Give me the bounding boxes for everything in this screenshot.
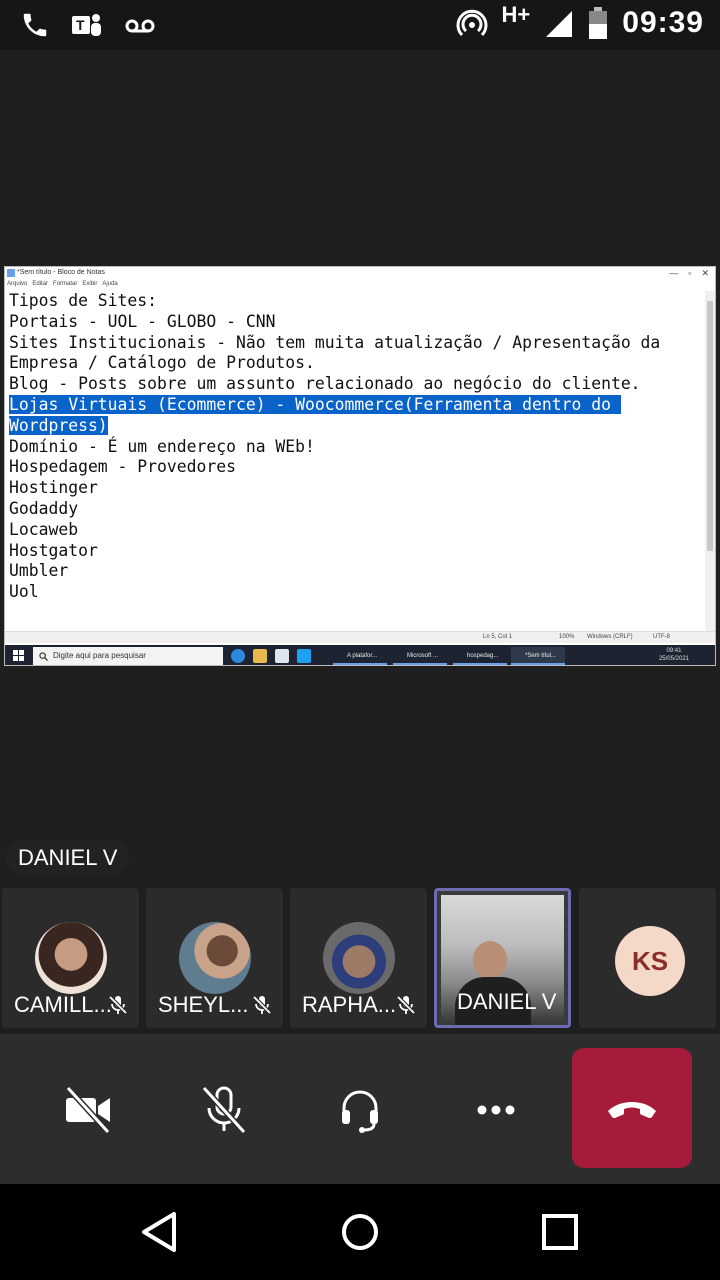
participant-name: SHEYL... — [158, 992, 249, 1017]
windows-taskbar: Digite aqui para pesquisar A platafor...… — [5, 645, 715, 665]
recents-icon[interactable] — [538, 1210, 582, 1254]
participant-tile[interactable]: RAPHA... — [290, 888, 427, 1028]
taskbar-window-label: A platafor... — [347, 653, 378, 659]
vertical-scrollbar[interactable] — [705, 291, 715, 631]
notepad-app-icon — [7, 269, 15, 277]
search-placeholder: Digite aqui para pesquisar — [53, 651, 146, 660]
clock: 09:39 — [622, 6, 704, 39]
text-line: Godaddy — [9, 498, 79, 518]
windows-start-icon[interactable] — [13, 650, 25, 662]
back-icon[interactable] — [138, 1210, 182, 1254]
active-speaker-label: DANIEL V — [6, 840, 130, 876]
teams-icon: T — [72, 14, 101, 36]
taskbar-pinned-apps — [231, 649, 311, 663]
search-icon — [39, 652, 48, 661]
participant-tile-active[interactable]: DANIEL V — [434, 888, 571, 1028]
line-ending: Windows (CRLF) — [587, 634, 633, 640]
home-icon[interactable] — [338, 1210, 382, 1254]
mic-off-icon — [201, 1085, 247, 1135]
participant-name: RAPHA... — [302, 992, 397, 1017]
twitter-icon[interactable] — [297, 649, 311, 663]
text-line: Empresa / Catálogo de Produtos. — [9, 353, 315, 373]
menu-ajuda[interactable]: Ajuda — [102, 279, 117, 290]
text-line: Hostinger — [9, 478, 98, 498]
selected-text-line: Lojas Virtuais (Ecommerce) - Woocommerce… — [9, 394, 621, 414]
taskbar-search[interactable]: Digite aqui para pesquisar — [33, 647, 223, 665]
audio-device-button[interactable] — [330, 1080, 390, 1140]
text-line: Umbler — [9, 561, 69, 581]
taskbar-window-label: Microsoft ... — [407, 653, 439, 659]
taskbar-time: 09:41 — [666, 648, 682, 654]
menu-editar[interactable]: Editar — [32, 279, 48, 290]
edge-icon[interactable] — [231, 649, 245, 663]
android-navigation-bar — [0, 1184, 720, 1280]
participant-tile[interactable]: SHEYL... — [146, 888, 283, 1028]
taskbar-window-label: *Sem títul... — [525, 653, 557, 659]
text-line: Sites Institucionais - Não tem muita atu… — [9, 332, 661, 352]
teams-call-screen: T H+ 09:39 *Sem título - Bloco de Notas … — [0, 0, 720, 1280]
file-explorer-icon[interactable] — [253, 649, 267, 663]
signal-icon — [546, 11, 573, 37]
taskbar-window-label: hospedag... — [467, 653, 499, 659]
taskbar-clock[interactable]: 09:41 25/05/2021 — [659, 647, 689, 663]
avatar — [179, 922, 251, 994]
text-line: Locaweb — [9, 519, 79, 539]
participant-video-person — [473, 941, 507, 979]
scrollbar-thumb[interactable] — [707, 301, 713, 551]
menu-formatar[interactable]: Formatar — [53, 279, 77, 290]
taskbar-window-notepad[interactable]: *Sem títul... — [511, 647, 565, 665]
mic-off-icon — [108, 995, 128, 1015]
network-type: H+ — [501, 2, 531, 27]
notepad-titlebar: *Sem título - Bloco de Notas — ▫ ✕ — [5, 267, 715, 279]
text-line: Hostgator — [9, 540, 98, 560]
taskbar-window-chrome[interactable]: A platafor... — [333, 647, 387, 665]
text-line: Blog - Posts sobre um assunto relacionad… — [9, 374, 641, 394]
cursor-position: Ln 5, Col 1 — [483, 634, 513, 640]
voicemail-icon — [125, 19, 155, 33]
participant-name: CAMILL... — [14, 992, 112, 1017]
notepad-menu: Arquivo Editar Formatar Exibir Ajuda — [5, 279, 118, 290]
notepad-text-area[interactable]: Tipos de Sites: Portais - UOL - GLOBO - C… — [9, 291, 709, 631]
hang-up-button[interactable] — [572, 1048, 692, 1168]
notepad-statusbar: Ln 5, Col 1 100% Windows (CRLF) UTF-8 — [5, 631, 715, 643]
window-controls[interactable]: — ▫ ✕ — [669, 267, 709, 279]
camera-toggle-button[interactable] — [58, 1080, 118, 1140]
camera-off-icon — [65, 1085, 111, 1135]
menu-exibir[interactable]: Exibir — [82, 279, 97, 290]
participant-tile[interactable]: CAMILL... — [2, 888, 139, 1028]
hangup-icon — [608, 1102, 656, 1118]
taskbar-window-hospedagem[interactable]: hospedag... — [453, 647, 507, 665]
text-line: Domínio - É um endereço na WEb! — [9, 436, 315, 456]
participant-tile[interactable]: KS — [579, 888, 716, 1028]
store-icon[interactable] — [275, 649, 289, 663]
battery-icon — [589, 7, 608, 39]
window-title: *Sem título - Bloco de Notas — [17, 269, 105, 276]
selected-text-line: Wordpress) — [9, 415, 108, 435]
menu-arquivo[interactable]: Arquivo — [7, 279, 27, 290]
mic-off-icon — [396, 995, 416, 1015]
taskbar-date: 25/05/2021 — [658, 656, 689, 662]
more-options-button[interactable] — [466, 1080, 526, 1140]
text-line: Tipos de Sites: — [9, 291, 158, 310]
taskbar-window-teams[interactable]: Microsoft ... — [393, 647, 447, 665]
svg-text:T: T — [76, 17, 85, 33]
hotspot-icon — [456, 9, 487, 37]
more-icon — [477, 1105, 515, 1115]
initials-avatar: KS — [615, 926, 685, 996]
encoding: UTF-8 — [653, 634, 670, 640]
phone-icon — [23, 13, 47, 37]
text-line: Portais - UOL - GLOBO - CNN — [9, 311, 276, 331]
text-line: Uol — [9, 582, 39, 602]
avatar — [323, 922, 395, 994]
avatar — [35, 922, 107, 994]
participant-name: DANIEL V — [457, 989, 557, 1014]
mute-toggle-button[interactable] — [194, 1080, 254, 1140]
status-bar: T H+ 09:39 — [0, 0, 720, 50]
zoom-level: 100% — [559, 634, 575, 640]
call-controls-bar — [0, 1034, 720, 1184]
headset-icon — [342, 1090, 378, 1133]
mic-off-icon — [252, 995, 272, 1015]
shared-screen[interactable]: *Sem título - Bloco de Notas — ▫ ✕ Arqui… — [4, 266, 716, 666]
text-line: Hospedagem - Provedores — [9, 457, 236, 477]
